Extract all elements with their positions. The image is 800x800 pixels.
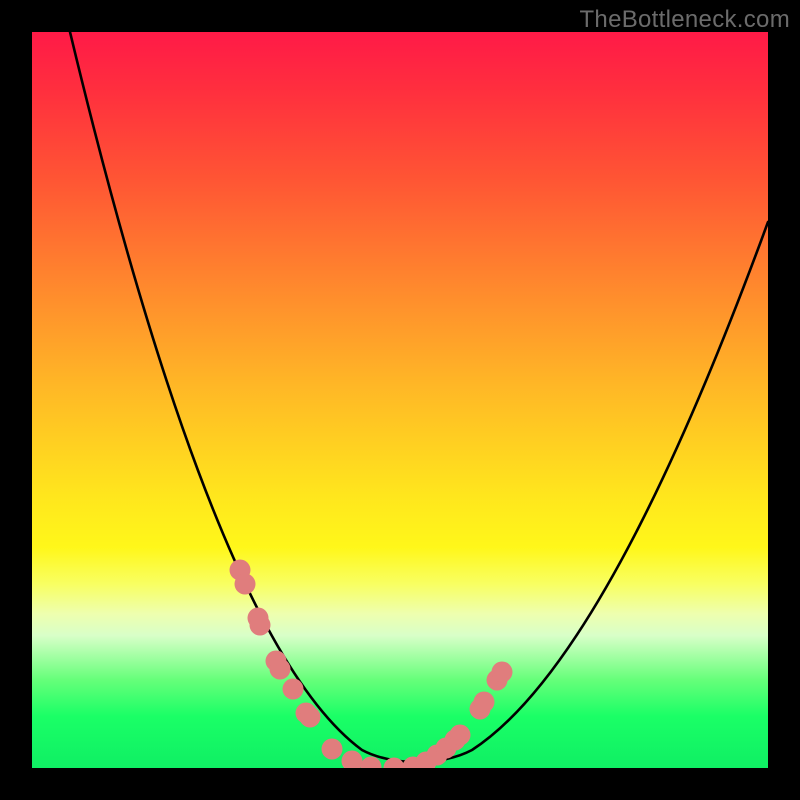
highlight-dot: [270, 659, 291, 680]
plot-area: [32, 32, 768, 768]
highlight-dot: [492, 662, 513, 683]
highlight-dot: [474, 692, 495, 713]
curve-layer: [32, 32, 768, 768]
highlight-dot: [300, 707, 321, 728]
highlight-dot: [250, 615, 271, 636]
bottleneck-curve: [70, 32, 768, 762]
highlight-dot: [450, 725, 471, 746]
highlight-dots: [230, 560, 513, 769]
highlight-dot: [361, 757, 382, 769]
highlight-dot: [235, 574, 256, 595]
highlight-dot: [322, 739, 343, 760]
watermark-text: TheBottleneck.com: [579, 6, 790, 34]
highlight-dot: [342, 751, 363, 769]
chart-container: TheBottleneck.com: [0, 0, 800, 800]
highlight-dot: [283, 679, 304, 700]
